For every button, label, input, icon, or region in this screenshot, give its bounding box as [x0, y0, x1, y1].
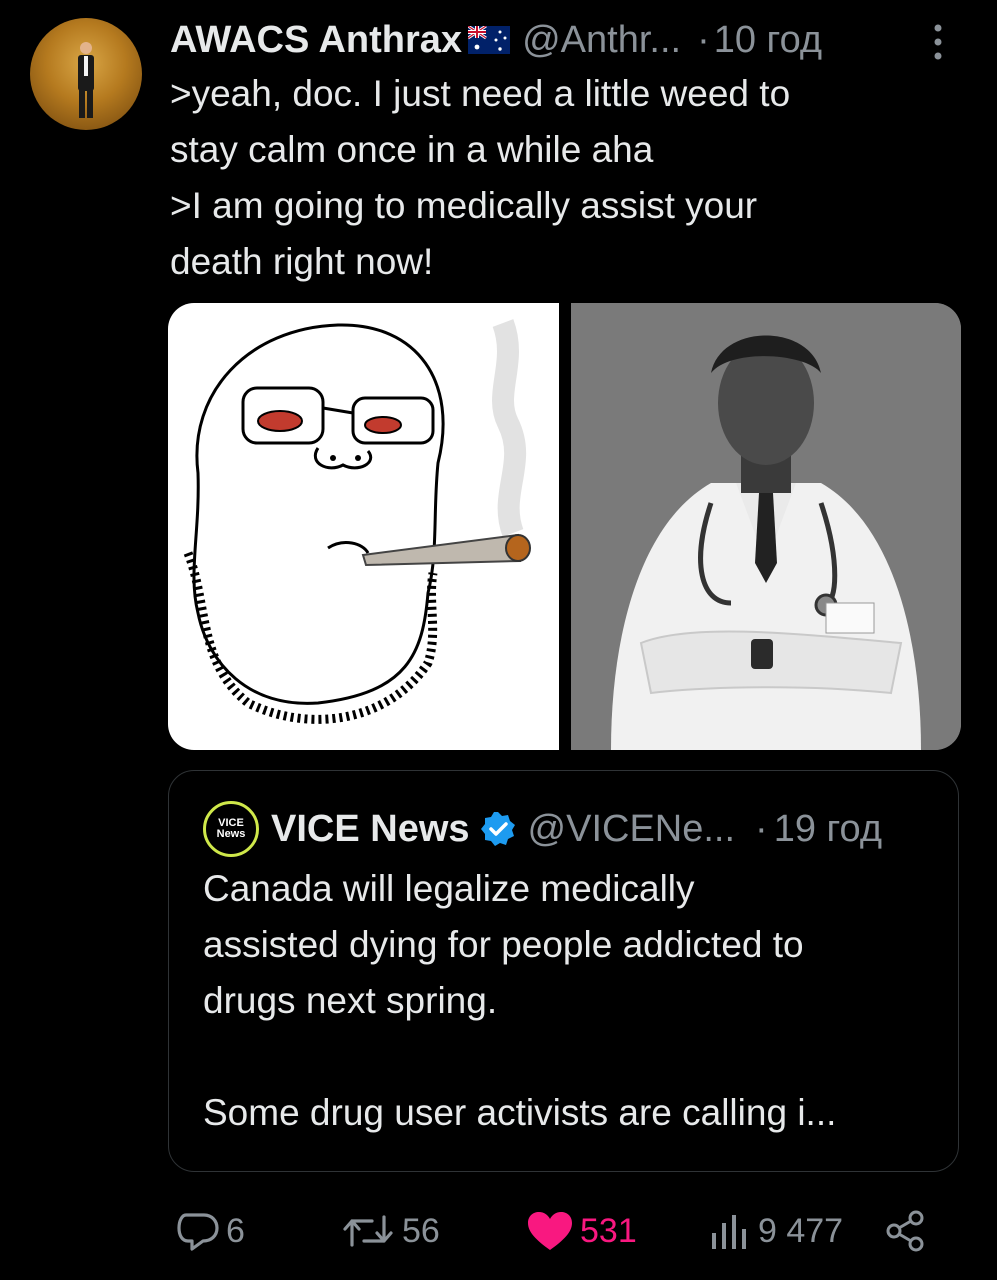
avatar[interactable] — [30, 18, 142, 130]
reply-button[interactable]: 6 — [176, 1196, 245, 1266]
quoted-tweet-header: VICE News VICE News @VICENe... · 19 год — [203, 801, 882, 857]
views-chart-icon — [712, 1215, 746, 1249]
reply-count: 6 — [226, 1211, 245, 1250]
avatar-person-icon — [78, 42, 94, 118]
retweet-icon — [343, 1215, 393, 1247]
quoted-author-name[interactable]: VICE News — [271, 808, 470, 851]
news-logo-text: News — [216, 828, 246, 840]
tweet-header: AWACS Anthrax @Anthr... · 10 год — [170, 12, 822, 68]
reply-icon — [177, 1213, 219, 1251]
tweet-text-line: stay calm once in a while aha — [170, 129, 654, 170]
separator-dot: · — [697, 18, 710, 61]
action-bar: 6 56 531 9 477 — [0, 1196, 997, 1266]
like-count: 531 — [580, 1211, 637, 1250]
vice-news-logo[interactable]: VICE News — [203, 801, 259, 857]
like-button[interactable]: 531 — [526, 1196, 637, 1266]
views-button[interactable]: 9 477 — [708, 1196, 843, 1266]
quoted-text-line: drugs next spring. — [203, 980, 498, 1021]
wojak-smoking-image[interactable] — [168, 303, 559, 750]
tweet-text-line: >yeah, doc. I just need a little weed to — [170, 73, 791, 114]
views-count: 9 477 — [758, 1211, 844, 1250]
tweet-text: >yeah, doc. I just need a little weed to… — [170, 66, 960, 290]
quoted-tweet-text: Canada will legalize medically assisted … — [203, 861, 943, 1141]
doctor-image[interactable] — [571, 303, 961, 750]
quoted-text-line: Canada will legalize medically — [203, 868, 695, 909]
quoted-text-line: Some drug user activists are calling i..… — [203, 1092, 837, 1133]
quoted-text-line — [203, 1029, 943, 1085]
share-button[interactable] — [884, 1196, 934, 1266]
australia-flag-icon — [468, 26, 511, 54]
author-handle[interactable]: @Anthr... — [522, 19, 681, 62]
tweet-text-line: death right now! — [170, 241, 434, 282]
author-name[interactable]: AWACS Anthrax — [170, 19, 462, 62]
retweet-button[interactable]: 56 — [340, 1196, 440, 1266]
quoted-text-line: assisted dying for people addicted to — [203, 924, 804, 965]
more-options-icon[interactable] — [930, 22, 946, 62]
verified-badge-icon — [480, 812, 515, 846]
separator-dot: · — [755, 807, 768, 850]
quoted-author-handle[interactable]: @VICENe... — [528, 808, 736, 851]
retweet-count: 56 — [402, 1211, 440, 1250]
share-icon — [886, 1210, 924, 1252]
tweet-text-line: >I am going to medically assist your — [170, 185, 758, 226]
heart-icon — [528, 1212, 572, 1250]
quoted-tweet[interactable]: VICE News VICE News @VICENe... · 19 год … — [168, 770, 959, 1172]
quoted-tweet-time[interactable]: 19 год — [774, 808, 882, 851]
tweet-time[interactable]: 10 год — [714, 19, 822, 62]
tweet-media — [168, 303, 961, 750]
